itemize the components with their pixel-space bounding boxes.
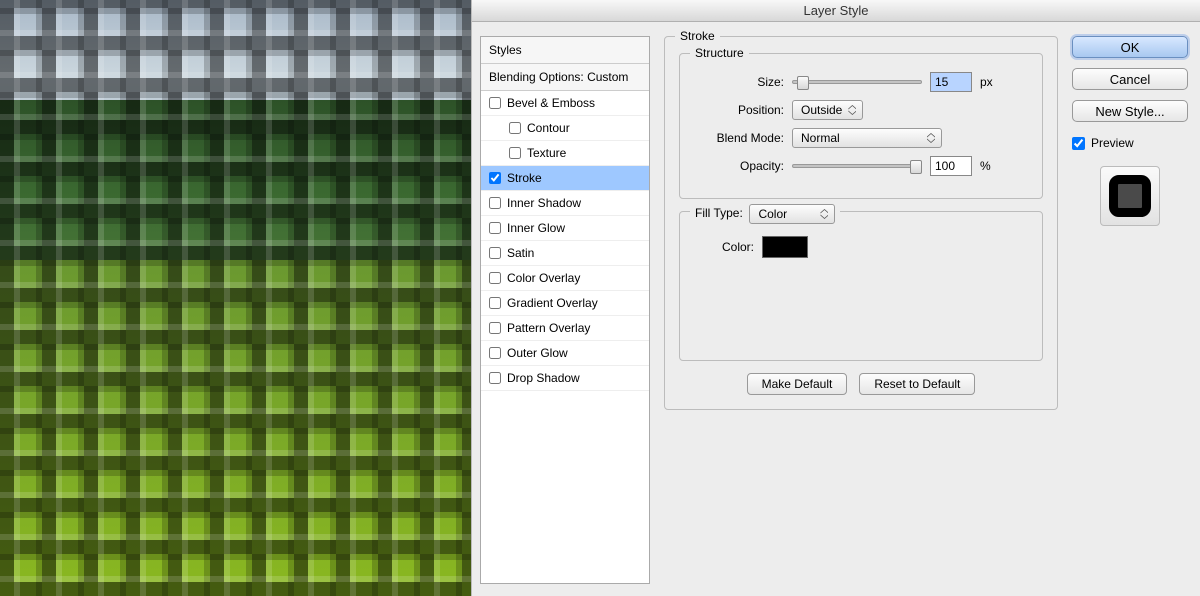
style-checkbox[interactable]	[489, 172, 501, 184]
style-item-drop-shadow[interactable]: Drop Shadow	[481, 366, 649, 391]
structure-label: Structure	[690, 46, 749, 60]
style-checkbox[interactable]	[489, 272, 501, 284]
blendmode-row: Blend Mode: Normal	[694, 128, 1028, 148]
preview-checkbox[interactable]	[1072, 137, 1085, 150]
dialog-title: Layer Style	[472, 0, 1200, 22]
filltype-select[interactable]: Color	[749, 204, 835, 224]
position-value: Outside	[801, 103, 842, 117]
style-checkbox[interactable]	[489, 297, 501, 309]
size-row: Size: px	[694, 72, 1028, 92]
style-item-inner-shadow[interactable]: Inner Shadow	[481, 191, 649, 216]
style-item-contour[interactable]: Contour	[481, 116, 649, 141]
filltype-label: Fill Type:	[695, 206, 743, 220]
style-item-satin[interactable]: Satin	[481, 241, 649, 266]
color-swatch[interactable]	[762, 236, 808, 258]
style-label: Bevel & Emboss	[507, 96, 595, 110]
filltype-legend: Fill Type: Color	[690, 204, 840, 224]
opacity-unit: %	[980, 159, 1000, 173]
blending-options-header[interactable]: Blending Options: Custom	[481, 64, 649, 91]
structure-fieldset: Structure Size: px Position: Outside Ble…	[679, 53, 1043, 199]
blendmode-value: Normal	[801, 131, 840, 145]
blendmode-select[interactable]: Normal	[792, 128, 942, 148]
ok-button[interactable]: OK	[1072, 36, 1188, 58]
style-label: Texture	[527, 146, 566, 160]
preview-swatch	[1100, 166, 1160, 226]
stroke-fieldset-label: Stroke	[675, 29, 720, 43]
style-checkbox[interactable]	[489, 322, 501, 334]
size-unit: px	[980, 75, 1000, 89]
style-label: Gradient Overlay	[507, 296, 598, 310]
weave-image	[0, 0, 471, 596]
opacity-slider[interactable]	[792, 164, 922, 168]
opacity-input[interactable]	[930, 156, 972, 176]
style-label: Satin	[507, 246, 534, 260]
style-checkbox[interactable]	[509, 147, 521, 159]
filltype-value: Color	[758, 207, 787, 221]
style-item-inner-glow[interactable]: Inner Glow	[481, 216, 649, 241]
style-label: Drop Shadow	[507, 371, 580, 385]
style-label: Stroke	[507, 171, 542, 185]
preview-row: Preview	[1072, 136, 1188, 150]
make-default-button[interactable]: Make Default	[747, 373, 848, 395]
style-label: Outer Glow	[507, 346, 568, 360]
style-item-outer-glow[interactable]: Outer Glow	[481, 341, 649, 366]
style-checkbox[interactable]	[489, 247, 501, 259]
style-label: Contour	[527, 121, 570, 135]
position-label: Position:	[694, 103, 784, 117]
style-checkbox[interactable]	[489, 372, 501, 384]
reset-default-button[interactable]: Reset to Default	[859, 373, 975, 395]
size-slider[interactable]	[792, 80, 922, 84]
position-select[interactable]: Outside	[792, 100, 863, 120]
stroke-fieldset: Stroke Structure Size: px Position: Outs…	[664, 36, 1058, 410]
styles-list: Styles Blending Options: Custom Bevel & …	[480, 36, 650, 584]
cancel-button[interactable]: Cancel	[1072, 68, 1188, 90]
layer-style-dialog: Layer Style Styles Blending Options: Cus…	[471, 0, 1200, 596]
settings-panel: Stroke Structure Size: px Position: Outs…	[658, 36, 1064, 584]
position-row: Position: Outside	[694, 100, 1028, 120]
style-item-pattern-overlay[interactable]: Pattern Overlay	[481, 316, 649, 341]
style-label: Pattern Overlay	[507, 321, 590, 335]
style-checkbox[interactable]	[489, 97, 501, 109]
style-label: Inner Glow	[507, 221, 565, 235]
style-checkbox[interactable]	[489, 197, 501, 209]
color-row: Color:	[694, 236, 1028, 258]
style-item-bevel-emboss[interactable]: Bevel & Emboss	[481, 91, 649, 116]
style-checkbox[interactable]	[509, 122, 521, 134]
color-label: Color:	[694, 240, 754, 254]
style-item-gradient-overlay[interactable]: Gradient Overlay	[481, 291, 649, 316]
style-checkbox[interactable]	[489, 347, 501, 359]
preview-label: Preview	[1091, 136, 1134, 150]
opacity-row: Opacity: %	[694, 156, 1028, 176]
size-label: Size:	[694, 75, 784, 89]
filltype-fieldset: Fill Type: Color Color:	[679, 211, 1043, 361]
actions-column: OK Cancel New Style... Preview	[1072, 36, 1188, 584]
style-item-stroke[interactable]: Stroke	[481, 166, 649, 191]
style-label: Inner Shadow	[507, 196, 581, 210]
preview-thumbnail	[1109, 175, 1151, 217]
style-label: Color Overlay	[507, 271, 580, 285]
style-checkbox[interactable]	[489, 222, 501, 234]
document-preview	[0, 0, 471, 596]
defaults-row: Make Default Reset to Default	[679, 373, 1043, 395]
blendmode-label: Blend Mode:	[694, 131, 784, 145]
opacity-label: Opacity:	[694, 159, 784, 173]
style-item-texture[interactable]: Texture	[481, 141, 649, 166]
style-item-color-overlay[interactable]: Color Overlay	[481, 266, 649, 291]
styles-header[interactable]: Styles	[481, 37, 649, 64]
size-input[interactable]	[930, 72, 972, 92]
new-style-button[interactable]: New Style...	[1072, 100, 1188, 122]
